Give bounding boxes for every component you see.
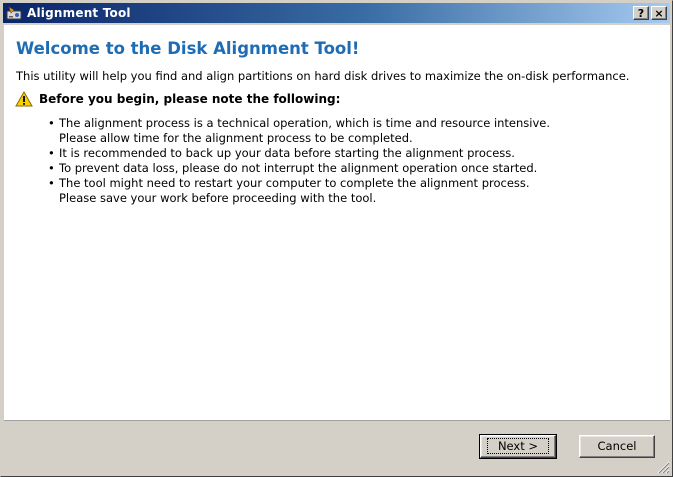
list-item: • The tool might need to restart your co… [48,176,550,206]
note-header: Before you begin, please note the follow… [15,91,340,107]
list-item-text-continued: Please allow time for the alignment proc… [59,131,413,145]
notes-list: • The alignment process is a technical o… [48,116,550,206]
list-item-text: To prevent data loss, please do not inte… [59,161,538,175]
title-bar[interactable]: Alignment Tool ? × [3,3,670,23]
list-item-text-continued: Please save your work before proceeding … [59,191,377,205]
list-item-text: The alignment process is a technical ope… [59,116,551,130]
list-item: • The alignment process is a technical o… [48,116,550,146]
bullet-icon: • [48,176,55,190]
intro-text: This utility will help you find and alig… [16,69,630,83]
alignment-tool-window: Alignment Tool ? × Welcome to the Disk A… [0,0,673,477]
resize-grip-icon[interactable] [657,461,670,474]
welcome-panel: Welcome to the Disk Alignment Tool! This… [4,25,670,421]
cancel-button[interactable]: Cancel [579,435,655,458]
next-button-label: Next > [486,438,550,454]
title-bar-buttons: ? × [633,6,667,20]
bullet-icon: • [48,116,55,130]
list-item: • It is recommended to back up your data… [48,146,550,161]
warning-icon [15,91,33,107]
help-button[interactable]: ? [633,6,649,20]
list-item-text: It is recommended to back up your data b… [59,146,515,160]
list-item: • To prevent data loss, please do not in… [48,161,550,176]
bullet-icon: • [48,146,55,160]
list-item-text: The tool might need to restart your comp… [59,176,530,190]
bullet-icon: • [48,161,55,175]
note-title: Before you begin, please note the follow… [39,92,341,106]
disk-tool-icon [6,6,22,20]
next-button[interactable]: Next > [479,434,557,459]
window-title: Alignment Tool [27,6,131,20]
close-button[interactable]: × [651,6,667,20]
page-heading: Welcome to the Disk Alignment Tool! [16,39,360,58]
